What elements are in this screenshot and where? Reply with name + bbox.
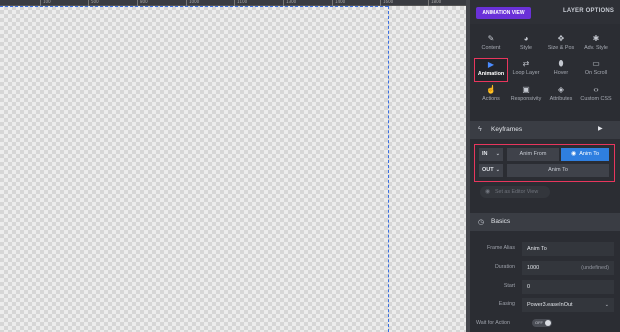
tool-label: Custom CSS: [580, 96, 612, 102]
move-icon: ✥: [557, 34, 565, 43]
editor-canvas[interactable]: 100 500 800 1000 1100 1300 1400 1600 180…: [0, 0, 470, 332]
ruler-tick-label: 1400: [335, 0, 346, 4]
panel-header: ANIMATION VIEW LAYER OPTIONS: [470, 0, 620, 24]
keyframes-selector: IN ⌄ OUT ⌄ Anim From ◉ Anim To Anim To: [474, 144, 615, 182]
ruler-tick-label: 1100: [237, 0, 248, 4]
anim-from-button[interactable]: Anim From: [507, 148, 559, 161]
anim-to-label: Anim To: [579, 151, 600, 157]
basics-section-header[interactable]: ◷ Basics: [470, 213, 620, 231]
tool-label: Actions: [482, 96, 500, 102]
duration-label: Duration: [494, 264, 515, 270]
frame-alias-label: Frame Alias: [487, 245, 515, 251]
tool-responsivity[interactable]: ▣ Responsivity: [509, 84, 543, 108]
ruler-tick-label: 100: [43, 0, 51, 4]
in-dropdown[interactable]: IN ⌄: [479, 148, 503, 161]
toggle-knob: [545, 320, 551, 326]
start-row: Start 0: [470, 280, 620, 294]
ruler-tick-label: 500: [91, 0, 99, 4]
eye-icon: ◉: [570, 151, 577, 157]
devices-icon: ▣: [522, 85, 530, 94]
mouse-icon: ⬮: [558, 59, 564, 68]
tool-actions[interactable]: ☝ Actions: [474, 84, 508, 108]
ruler-tick-label: 800: [140, 0, 148, 4]
tool-label: Animation: [477, 71, 505, 77]
tag-icon: ◈: [557, 85, 565, 94]
keyframes-title: Keyframes: [491, 126, 523, 133]
horizontal-guide-line[interactable]: [0, 6, 388, 7]
frame-alias-row: Frame Alias Anim To: [470, 242, 620, 256]
gear-icon: ✱: [592, 34, 600, 43]
clock-icon: ◷: [478, 219, 485, 226]
palette-icon: ◕: [523, 34, 529, 43]
tool-custom-css[interactable]: ‹› Custom CSS: [579, 84, 613, 108]
animation-view-button[interactable]: ANIMATION VIEW: [476, 7, 531, 19]
chevron-down-icon: ⌄: [604, 302, 609, 308]
tool-content[interactable]: ✎ Content: [474, 33, 508, 57]
tool-label: Attributes: [549, 96, 573, 102]
duration-input[interactable]: 1000 (undefined): [522, 261, 614, 275]
pencil-icon: ✎: [487, 34, 495, 43]
out-label: OUT: [482, 167, 494, 173]
tool-adv-style[interactable]: ✱ Adv. Style: [579, 33, 613, 57]
transparent-background: [0, 6, 470, 332]
duration-hint: (undefined): [581, 265, 609, 271]
bolt-icon: ϟ: [478, 126, 482, 133]
frame-alias-value: Anim To: [527, 246, 547, 252]
wait-for-action-row: Wait for Action OFF: [476, 319, 552, 327]
set-as-editor-view-button[interactable]: ◉ Set as Editor View: [480, 186, 550, 198]
out-dropdown[interactable]: OUT ⌄: [479, 164, 503, 177]
start-label: Start: [503, 283, 515, 289]
loop-icon: ⇄: [522, 59, 530, 68]
ruler-tick-label: 1000: [189, 0, 200, 4]
easing-select[interactable]: Power3.easeInOut ⌄: [522, 298, 614, 312]
frame-alias-input[interactable]: Anim To: [522, 242, 614, 256]
easing-row: Easing Power3.easeInOut ⌄: [470, 298, 620, 312]
toggle-state-label: OFF: [535, 320, 543, 325]
easing-label: Easing: [498, 301, 515, 307]
anim-to-button[interactable]: ◉ Anim To: [561, 148, 609, 161]
tool-label: On Scroll: [584, 70, 608, 76]
start-value: 0: [527, 284, 531, 290]
tool-hover[interactable]: ⬮ Hover: [544, 58, 578, 82]
keyframes-section-header[interactable]: ϟ Keyframes ▶: [470, 121, 620, 139]
layer-options-panel: ANIMATION VIEW LAYER OPTIONS ✎ Content ◕…: [470, 0, 620, 332]
chevron-down-icon: ⌄: [495, 151, 500, 157]
set-editor-view-label: Set as Editor View: [495, 189, 539, 195]
duration-value: 1000: [527, 265, 540, 271]
tool-label: Style: [520, 45, 532, 51]
vertical-guide-line[interactable]: [388, 6, 389, 332]
wait-for-action-toggle[interactable]: OFF: [532, 319, 552, 327]
tool-animation[interactable]: ▶ Animation: [474, 58, 508, 82]
ruler-tick-label: 1800: [431, 0, 442, 4]
wait-for-action-label: Wait for Action: [476, 320, 510, 326]
tool-label: Loop Layer: [512, 70, 540, 76]
easing-value: Power3.easeInOut: [527, 302, 573, 308]
tool-size-pos[interactable]: ✥ Size & Pos: [544, 33, 578, 57]
layer-options-title: LAYER OPTIONS: [563, 8, 615, 14]
out-anim-to-button[interactable]: Anim To: [507, 164, 609, 177]
tool-loop-layer[interactable]: ⇄ Loop Layer: [509, 58, 543, 82]
ruler-tick-label: 1600: [383, 0, 394, 4]
code-icon: ‹›: [593, 85, 599, 94]
chevron-down-icon: ⌄: [495, 167, 500, 173]
scroll-icon: ▭: [592, 59, 600, 68]
in-label: IN: [482, 151, 488, 157]
tool-style[interactable]: ◕ Style: [509, 33, 543, 57]
start-input[interactable]: 0: [522, 280, 614, 294]
play-keyframes-icon[interactable]: ▶: [598, 125, 603, 132]
ruler-tick-label: 1300: [286, 0, 297, 4]
tool-on-scroll[interactable]: ▭ On Scroll: [579, 58, 613, 82]
tool-label: Responsivity: [510, 96, 542, 102]
basics-title: Basics: [491, 218, 511, 225]
eye-icon: ◉: [485, 189, 491, 195]
tool-label: Adv. Style: [584, 45, 608, 51]
hand-icon: ☝: [486, 85, 496, 94]
play-icon: ▶: [487, 60, 495, 69]
tool-label: Hover: [553, 70, 569, 76]
duration-row: Duration 1000 (undefined): [470, 261, 620, 275]
tool-label: Content: [481, 45, 501, 51]
tool-attributes[interactable]: ◈ Attributes: [544, 84, 578, 108]
tool-label: Size & Pos: [547, 45, 575, 51]
